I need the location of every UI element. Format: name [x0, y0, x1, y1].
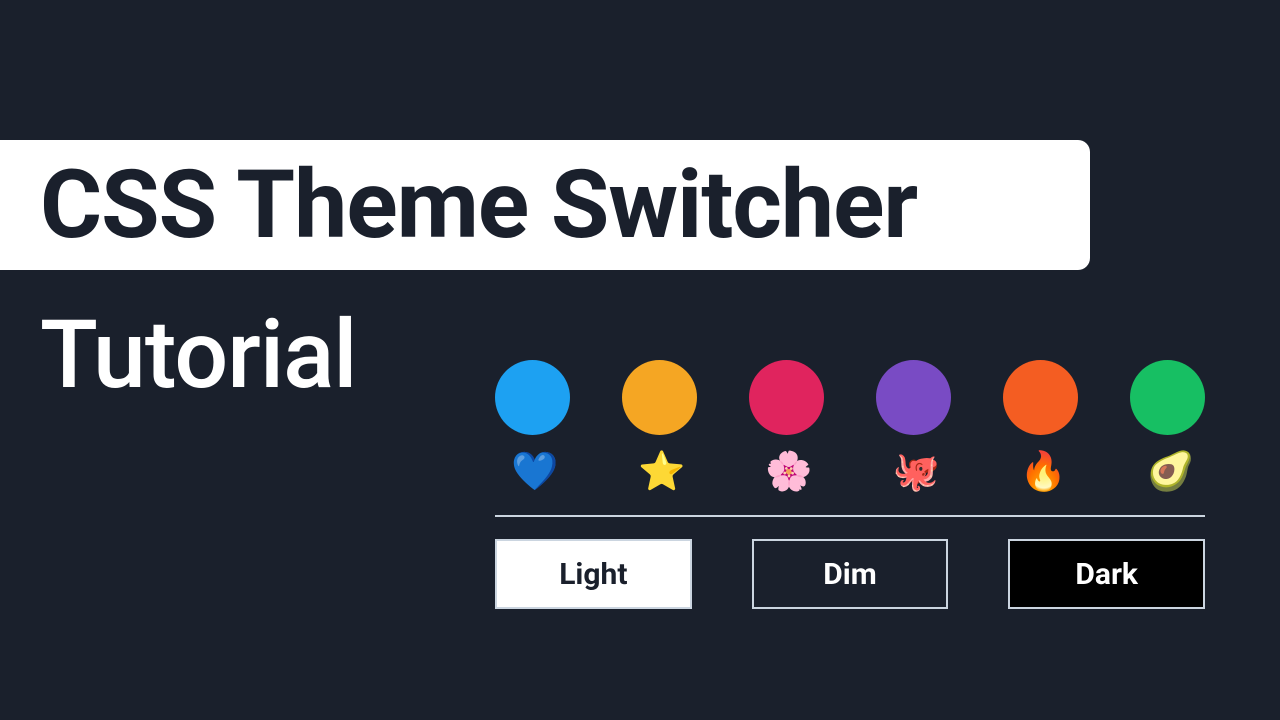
swatch-yellow[interactable]	[622, 360, 697, 435]
swatch-purple[interactable]	[876, 360, 951, 435]
swatch-orange[interactable]	[1003, 360, 1078, 435]
fire-icon[interactable]: 🔥	[1020, 451, 1062, 493]
color-swatch-row	[495, 360, 1205, 435]
dim-mode-button[interactable]: Dim	[752, 539, 949, 609]
swatch-blue[interactable]	[495, 360, 570, 435]
theme-switcher-panel: 💙 ⭐ 🌸 🐙 🔥 🥑 Light Dim Dark	[495, 360, 1205, 609]
subtitle: Tutorial	[40, 300, 357, 411]
divider	[495, 515, 1205, 517]
blossom-icon[interactable]: 🌸	[765, 451, 807, 493]
dark-mode-button[interactable]: Dark	[1008, 539, 1205, 609]
swatch-pink[interactable]	[749, 360, 824, 435]
page-title: CSS Theme Switcher	[40, 150, 917, 261]
light-mode-button[interactable]: Light	[495, 539, 692, 609]
mode-row: Light Dim Dark	[495, 539, 1205, 609]
octopus-icon[interactable]: 🐙	[893, 451, 935, 493]
star-icon[interactable]: ⭐	[638, 451, 680, 493]
emoji-row: 💙 ⭐ 🌸 🐙 🔥 🥑	[495, 451, 1205, 493]
heart-icon[interactable]: 💙	[511, 451, 553, 493]
avocado-icon[interactable]: 🥑	[1147, 451, 1189, 493]
swatch-green[interactable]	[1130, 360, 1205, 435]
title-card: CSS Theme Switcher	[0, 140, 1090, 270]
